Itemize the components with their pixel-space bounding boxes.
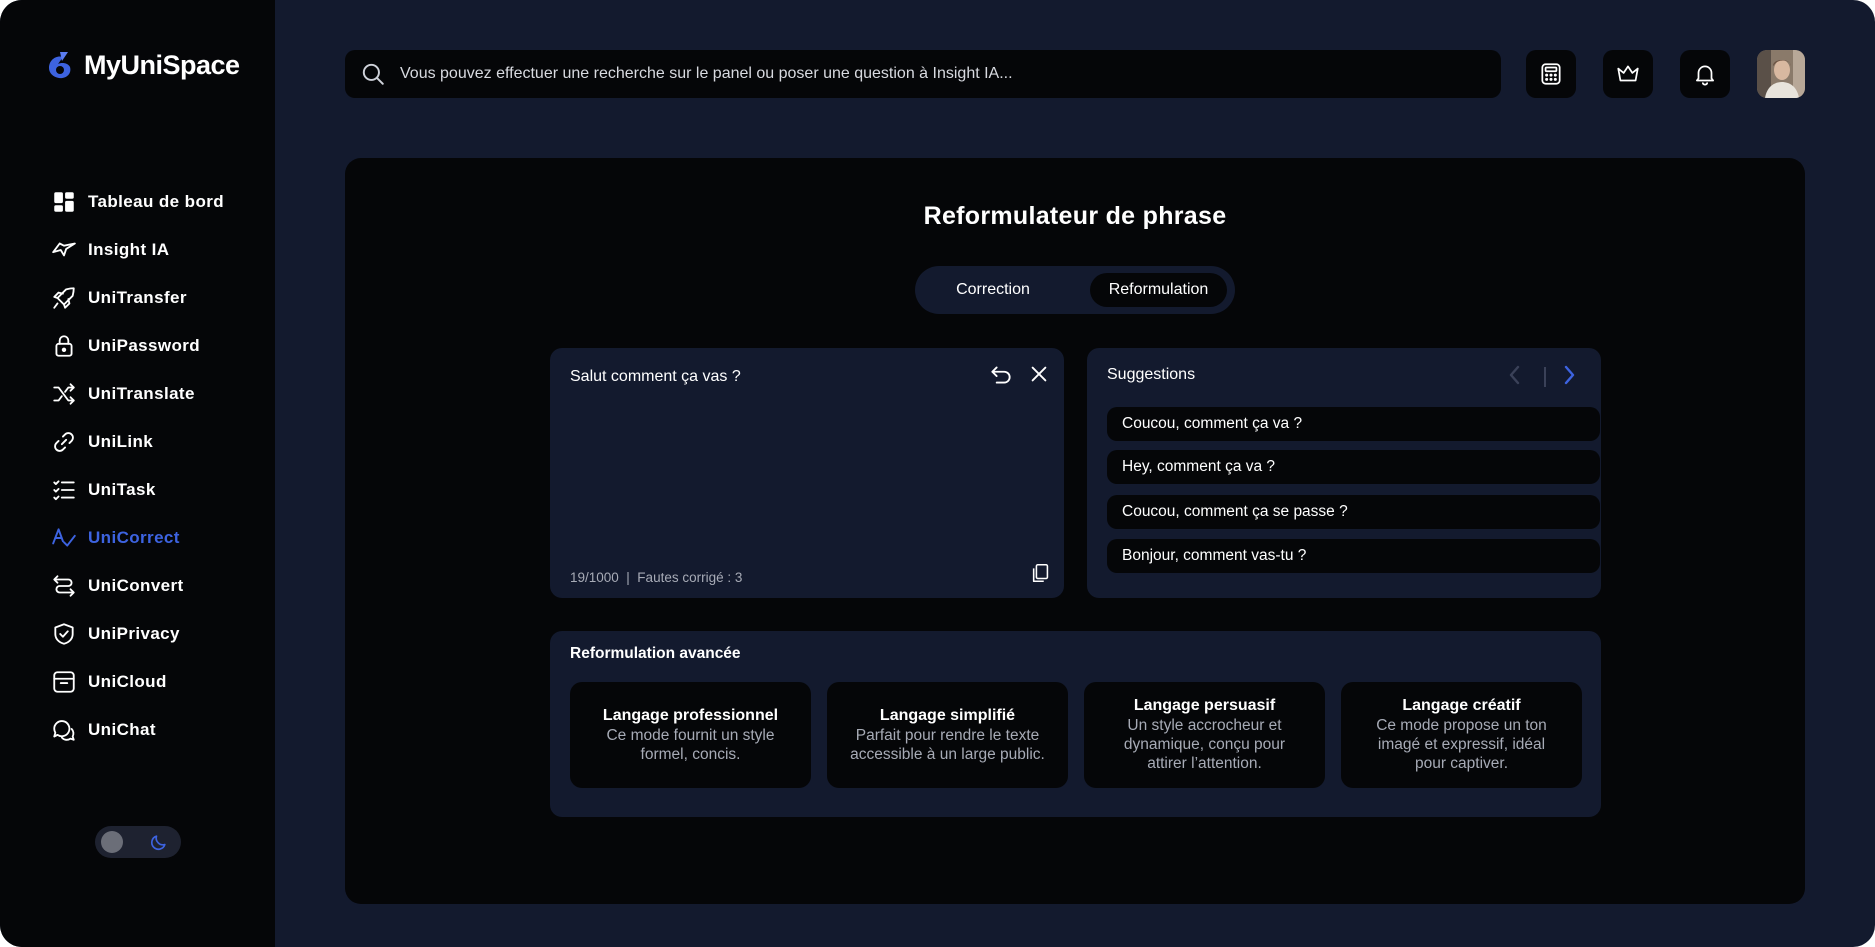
calculator-icon bbox=[1541, 63, 1561, 85]
sidebar-item-tableau-de-bord[interactable]: Tableau de bord bbox=[50, 184, 260, 220]
avatar-image bbox=[1757, 50, 1805, 98]
sidebar-item-unichat[interactable]: UniChat bbox=[50, 712, 260, 748]
sidebar-item-unilink[interactable]: UniLink bbox=[50, 424, 260, 460]
mode-tabs: Correction Reformulation bbox=[915, 266, 1235, 314]
sidebar-item-unitask[interactable]: UniTask bbox=[50, 472, 260, 508]
sidebar-item-insight-ia[interactable]: Insight IA bbox=[50, 232, 260, 268]
theme-toggle[interactable] bbox=[95, 826, 181, 858]
sidebar-item-label: UniTransfer bbox=[88, 288, 187, 307]
editor-status: 19/1000 | Fautes corrigé : 3 bbox=[570, 570, 743, 585]
suggestions-panel: Suggestions Coucou, comment ça va ? Hey,… bbox=[1087, 348, 1601, 598]
sidebar-item-label: UniPassword bbox=[88, 336, 201, 355]
tab-reformulation[interactable]: Reformulation bbox=[1090, 273, 1227, 307]
mode-description: Ce mode propose un ton imagé et expressi… bbox=[1376, 717, 1547, 772]
sidebar-item-label: Insight IA bbox=[88, 240, 170, 259]
sidebar-item-unicloud[interactable]: UniCloud bbox=[50, 664, 260, 700]
logo-icon bbox=[49, 52, 71, 79]
mode-card-creatif[interactable]: Langage créatif Ce mode propose un ton i… bbox=[1341, 682, 1582, 788]
suggestion-item[interactable]: Coucou, comment ça se passe ? bbox=[1107, 495, 1600, 529]
suggestion-item[interactable]: Coucou, comment ça va ? bbox=[1107, 407, 1600, 441]
mode-description: Un style accrocheur et dynamique, conçu … bbox=[1123, 717, 1286, 772]
mode-card-persuasif[interactable]: Langage persuasif Un style accrocheur et… bbox=[1084, 682, 1325, 788]
sidebar-item-uniprivacy[interactable]: UniPrivacy bbox=[50, 616, 260, 652]
logo[interactable]: MyUniSpace bbox=[44, 48, 240, 82]
sidebar-item-label: UniConvert bbox=[88, 576, 184, 595]
plane-icon bbox=[50, 236, 78, 264]
sidebar-item-label: UniChat bbox=[88, 720, 156, 739]
sidebar: MyUniSpace Tableau de bord Insight IA Un… bbox=[0, 0, 275, 947]
premium-button[interactable] bbox=[1603, 50, 1653, 98]
rocket-icon bbox=[50, 284, 78, 312]
lock-icon bbox=[50, 332, 78, 360]
chat-icon bbox=[50, 716, 78, 744]
close-icon[interactable] bbox=[1028, 363, 1050, 385]
bell-icon bbox=[1696, 65, 1714, 86]
mode-title: Langage simplifié bbox=[879, 706, 1016, 724]
tab-correction[interactable]: Correction bbox=[929, 273, 1057, 307]
search-icon[interactable] bbox=[360, 61, 386, 87]
page-title: Reformulateur de phrase bbox=[923, 202, 1227, 230]
sidebar-item-label: UniTask bbox=[88, 480, 156, 499]
input-editor[interactable]: Salut comment ça vas ? 19/1000 | Fautes … bbox=[550, 348, 1064, 598]
sidebar-item-label: UniLink bbox=[88, 432, 154, 451]
sidebar-item-label: UniCorrect bbox=[88, 528, 180, 547]
sidebar-item-unicorrect[interactable]: UniCorrect bbox=[50, 520, 260, 556]
sidebar-item-label: Tableau de bord bbox=[88, 192, 225, 211]
app-window: MyUniSpace Tableau de bord Insight IA Un… bbox=[0, 0, 1875, 947]
input-text[interactable]: Salut comment ça vas ? bbox=[570, 368, 741, 386]
moon-icon bbox=[150, 835, 166, 851]
advanced-reformulation: Reformulation avancée Langage profession… bbox=[550, 631, 1601, 817]
mode-card-professionnel[interactable]: Langage professionnel Ce mode fournit un… bbox=[570, 682, 811, 788]
task-list-icon bbox=[50, 476, 78, 504]
mode-title: Langage persuasif bbox=[1133, 697, 1276, 714]
logo-text: MyUniSpace bbox=[84, 49, 240, 80]
search-bar bbox=[345, 50, 1501, 98]
mode-description: Ce mode fournit un style formel, concis. bbox=[606, 726, 775, 763]
sidebar-item-uniconvert[interactable]: UniConvert bbox=[50, 568, 260, 604]
crown-icon bbox=[1617, 65, 1639, 82]
mode-card-simplifie[interactable]: Langage simplifié Parfait pour rendre le… bbox=[827, 682, 1068, 788]
main-card: Reformulateur de phrase Correction Refor… bbox=[345, 158, 1805, 904]
shield-icon bbox=[50, 620, 78, 648]
dashboard-icon bbox=[50, 188, 78, 216]
advanced-heading: Reformulation avancée bbox=[570, 645, 741, 662]
suggestion-item[interactable]: Bonjour, comment vas-tu ? bbox=[1107, 539, 1600, 573]
archive-icon bbox=[50, 668, 78, 696]
sidebar-item-unitranslate[interactable]: UniTranslate bbox=[50, 376, 260, 412]
notifications-button[interactable] bbox=[1680, 50, 1730, 98]
undo-icon[interactable] bbox=[988, 362, 1014, 388]
suggestion-item[interactable]: Hey, comment ça va ? bbox=[1107, 450, 1600, 484]
shuffle-icon bbox=[50, 380, 78, 408]
link-icon bbox=[50, 428, 78, 456]
nav-divider bbox=[1544, 367, 1546, 387]
calculator-button[interactable] bbox=[1526, 50, 1576, 98]
sidebar-item-label: UniCloud bbox=[88, 672, 167, 691]
suggestions-heading: Suggestions bbox=[1107, 366, 1196, 383]
sidebar-item-label: UniPrivacy bbox=[88, 624, 180, 643]
sidebar-item-label: UniTranslate bbox=[88, 384, 195, 403]
copy-icon[interactable] bbox=[1030, 561, 1052, 585]
mode-title: Langage professionnel bbox=[602, 706, 779, 724]
user-avatar[interactable] bbox=[1757, 50, 1805, 98]
sidebar-item-unipassword[interactable]: UniPassword bbox=[50, 328, 260, 364]
sidebar-item-unitransfer[interactable]: UniTransfer bbox=[50, 280, 260, 316]
chevron-right-icon[interactable] bbox=[1557, 362, 1581, 388]
search-input[interactable] bbox=[398, 53, 1501, 95]
toggle-knob bbox=[101, 831, 123, 853]
mode-title: Langage créatif bbox=[1402, 697, 1521, 714]
mode-description: Parfait pour rendre le texte accessible … bbox=[850, 726, 1045, 763]
convert-icon bbox=[50, 572, 78, 600]
correct-icon bbox=[50, 524, 78, 552]
chevron-left-icon[interactable] bbox=[1503, 362, 1527, 388]
